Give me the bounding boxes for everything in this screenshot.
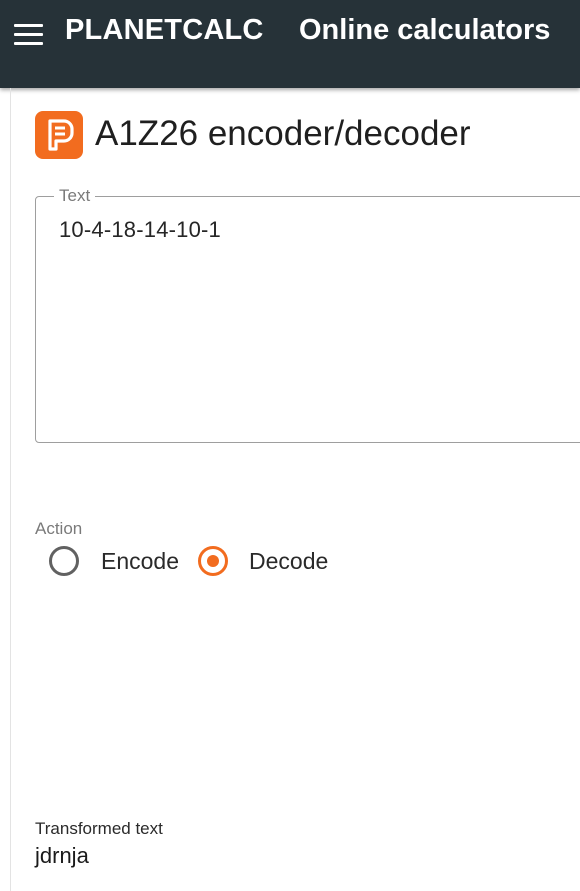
- radio-selected-icon[interactable]: [198, 546, 228, 576]
- planetcalc-logo-icon: [35, 111, 83, 159]
- radio-unselected-icon[interactable]: [49, 546, 79, 576]
- encode-radio-option[interactable]: Encode: [49, 546, 189, 576]
- text-input-field[interactable]: Text 10-4-18-14-10-1: [35, 186, 580, 443]
- action-label: Action: [35, 519, 83, 538]
- hamburger-menu-icon[interactable]: [14, 24, 44, 46]
- left-divider: [10, 88, 11, 891]
- result-label: Transformed text: [35, 819, 163, 838]
- brand-link[interactable]: PLANETCALC: [65, 14, 264, 47]
- app-bar-title: Online calculators: [299, 14, 551, 46]
- app-bar: PLANETCALC Online calculators: [0, 0, 580, 88]
- decode-radio-label[interactable]: Decode: [249, 548, 328, 575]
- page-title: A1Z26 encoder/decoder: [95, 114, 471, 153]
- text-input-value[interactable]: 10-4-18-14-10-1: [59, 217, 221, 243]
- decode-radio-option[interactable]: Decode: [198, 546, 338, 576]
- encode-radio-label[interactable]: Encode: [101, 548, 179, 575]
- result-value: jdrnja: [35, 843, 89, 868]
- text-field-label: Text: [54, 186, 96, 206]
